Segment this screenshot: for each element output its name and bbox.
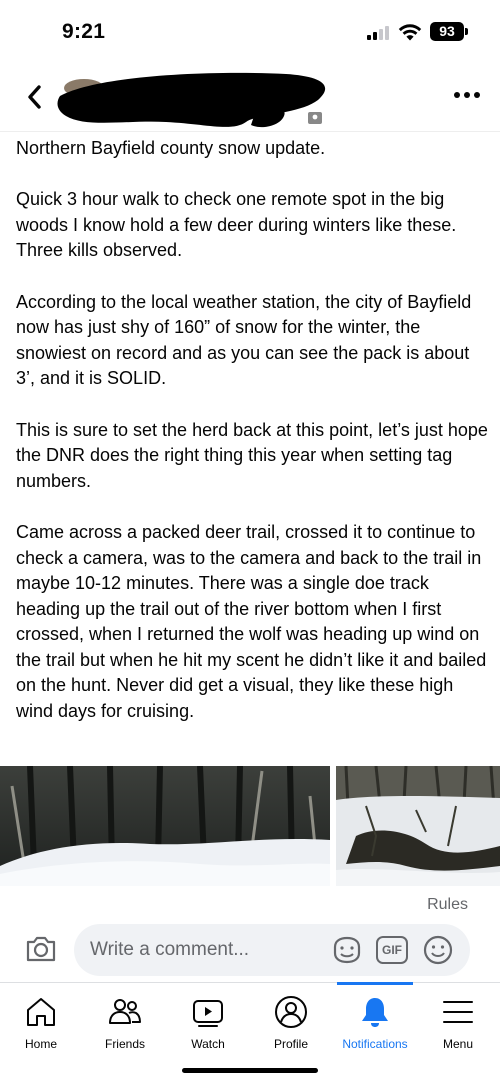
gif-label: GIF xyxy=(376,936,408,964)
group-rules-link[interactable]: Rules xyxy=(427,896,468,914)
post-paragraph: Quick 3 hour walk to check one remote sp… xyxy=(16,189,457,261)
comment-input[interactable]: Write a comment... GIF xyxy=(74,924,470,976)
comment-bar: Write a comment... GIF xyxy=(0,922,500,978)
profile-icon xyxy=(275,996,307,1028)
home-indicator xyxy=(182,1068,318,1073)
tab-label: Profile xyxy=(273,1037,308,1051)
cellular-signal-icon xyxy=(367,26,391,40)
tab-menu[interactable]: Menu xyxy=(413,983,500,1055)
gif-icon[interactable]: GIF xyxy=(376,936,408,964)
friends-icon xyxy=(109,999,141,1024)
wifi-icon xyxy=(398,24,422,41)
tab-label: Home xyxy=(24,1037,57,1051)
signal-bar xyxy=(367,35,371,40)
tab-label: Menu xyxy=(442,1037,474,1051)
post-header xyxy=(0,64,500,132)
bell-icon xyxy=(362,998,388,1027)
sticker-icon[interactable] xyxy=(330,933,364,967)
emoji-icon[interactable] xyxy=(422,934,454,966)
tab-notifications[interactable]: Notifications xyxy=(330,983,420,1055)
post-body: Northern Bayfield county snow update. Qu… xyxy=(16,136,488,725)
post-paragraph: Northern Bayfield county snow update. xyxy=(16,138,326,158)
home-icon xyxy=(27,998,55,1026)
post-paragraph: Came across a packed deer trail, crossed… xyxy=(16,521,487,722)
snow-pack-photo[interactable] xyxy=(336,766,500,886)
bottom-tab-bar: Home Friends Watch Profile Notifications… xyxy=(0,982,500,1083)
post-paragraph: According to the local weather station, … xyxy=(16,291,472,389)
signal-bar xyxy=(385,26,389,40)
status-bar: 9:21 93 xyxy=(0,0,500,64)
redacted-author-name xyxy=(57,72,326,128)
more-horizontal-icon[interactable] xyxy=(452,88,482,102)
tab-profile[interactable]: Profile xyxy=(246,983,336,1055)
menu-icon xyxy=(443,1001,473,1023)
camera-icon[interactable] xyxy=(24,932,58,966)
tab-home[interactable]: Home xyxy=(0,983,86,1055)
watch-icon xyxy=(193,1000,223,1027)
post-photos xyxy=(0,766,500,886)
post-paragraph: This is sure to set the herd back at thi… xyxy=(16,419,488,491)
tab-label: Watch xyxy=(191,1037,225,1051)
tab-label: Notifications xyxy=(342,1037,408,1051)
signal-bar xyxy=(379,29,383,40)
signal-bar xyxy=(373,32,377,40)
tab-watch[interactable]: Watch xyxy=(163,983,253,1055)
status-time: 9:21 xyxy=(62,20,106,43)
comment-placeholder: Write a comment... xyxy=(90,939,250,960)
chevron-left-icon[interactable] xyxy=(22,82,48,112)
tab-friends[interactable]: Friends xyxy=(80,983,170,1055)
tab-label: Friends xyxy=(104,1037,145,1051)
battery-indicator: 93 xyxy=(430,22,468,41)
snowy-woods-photo[interactable] xyxy=(0,766,330,886)
